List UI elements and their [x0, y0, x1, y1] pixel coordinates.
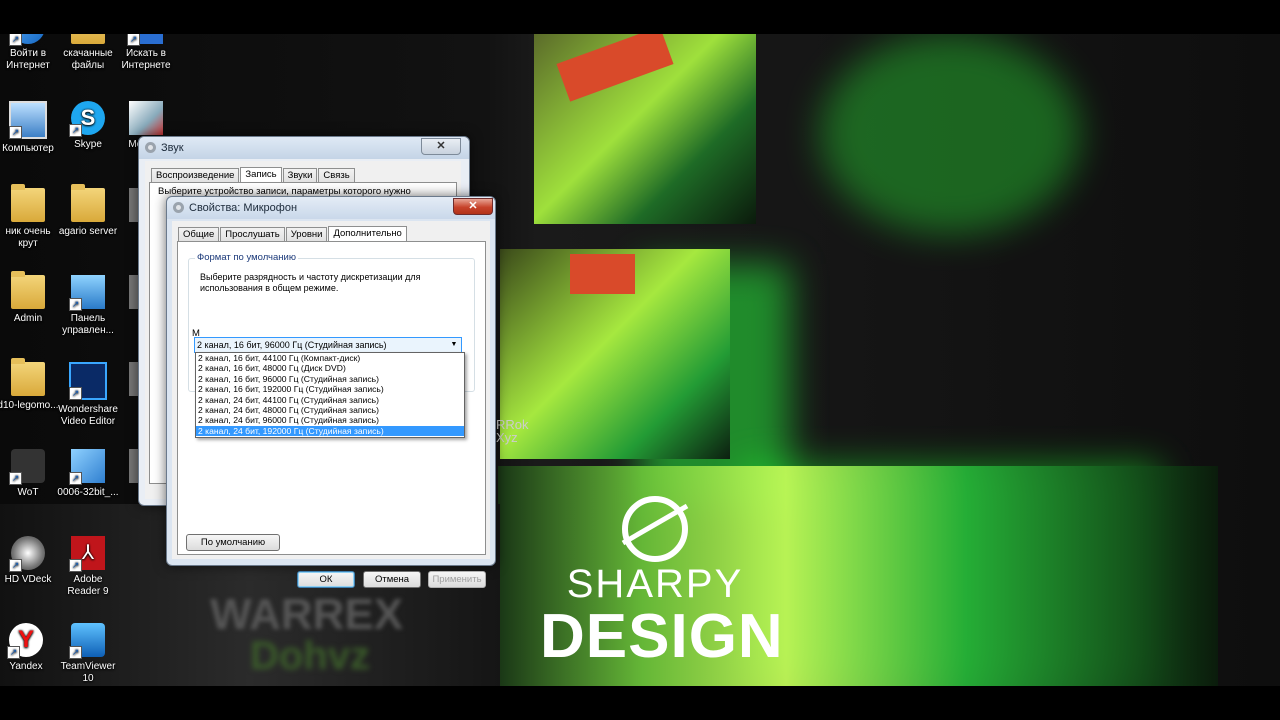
format-option[interactable]: 2 канал, 16 бит, 192000 Гц (Студийная за…	[196, 384, 464, 394]
format-option[interactable]: 2 канал, 24 бит, 192000 Гц (Студийная за…	[196, 425, 464, 437]
mic-tabs: Общие Прослушать Уровни Дополнительно	[178, 224, 408, 243]
desktop: SHARPY DESIGN WARREX Dohvz RRok Xyz ↗ Вой…	[0, 34, 1280, 686]
shortcut-arrow-icon: ↗	[69, 387, 82, 400]
ok-button[interactable]: ОК	[297, 571, 355, 588]
cancel-button[interactable]: Отмена	[363, 571, 421, 588]
admin-icon	[11, 271, 45, 309]
wallpaper-text-design: DESIGN	[540, 602, 784, 671]
desktop-icon-adobe[interactable]: ⅄ ↗ Adobe Reader 9	[48, 536, 128, 598]
mic-tab-1[interactable]: Прослушать	[220, 227, 285, 242]
format-option[interactable]: 2 канал, 24 бит, 44100 Гц (Студийная зап…	[196, 395, 464, 405]
skype-icon: S ↗	[69, 101, 105, 137]
shortcut-arrow-icon: ↗	[69, 559, 82, 572]
mic-properties-dialog[interactable]: Свойства: Микрофон ✕ Общие Прослушать Уров…	[166, 196, 496, 588]
sound-title: Звук	[161, 142, 184, 154]
search-icon: ↗	[127, 34, 163, 46]
adobe-icon: ⅄ ↗	[69, 536, 105, 572]
wondershare-icon: ↗	[69, 362, 107, 400]
format-option[interactable]: 2 канал, 16 бит, 44100 Гц (Компакт-диск)	[196, 353, 464, 363]
shortcut-arrow-icon: ↗	[9, 34, 22, 46]
mic-body: Общие Прослушать Уровни Дополнительно Форма…	[172, 221, 490, 559]
teamviewer-icon: ↗	[69, 623, 105, 659]
apply-button[interactable]: Применить	[428, 571, 486, 588]
format-description: Выберите разрядность и частоту дискретиз…	[200, 272, 421, 293]
restore-defaults-button[interactable]: По умолчанию	[186, 534, 280, 551]
hdvdeck-icon: ↗	[9, 536, 45, 572]
format-group-title: Формат по умолчанию	[195, 252, 298, 263]
sound-tab-0[interactable]: Воспроизведение	[151, 168, 240, 183]
wallpaper-logo: SHARPY DESIGN	[540, 496, 784, 671]
sound-tab-3[interactable]: Связь	[318, 168, 355, 183]
chevron-down-icon[interactable]: ▼	[447, 338, 461, 352]
mic-tab-2[interactable]: Уровни	[285, 227, 328, 242]
downloads-icon	[71, 34, 105, 44]
control-icon: ↗	[69, 275, 105, 311]
format-option[interactable]: 2 канал, 24 бит, 96000 Гц (Студийная зап…	[196, 415, 464, 425]
mctitan-icon	[129, 101, 163, 135]
wallpaper-text-mid: RRok Xyz	[496, 417, 529, 445]
format-dropdown-list[interactable]: 2 канал, 16 бит, 44100 Гц (Компакт-диск)…	[195, 352, 465, 438]
desktop-icon-label: Adobe Reader 9	[67, 574, 109, 597]
format-option[interactable]: 2 канал, 16 бит, 96000 Гц (Студийная зап…	[196, 374, 464, 384]
format-option[interactable]: 2 канал, 16 бит, 48000 Гц (Диск DVD)	[196, 363, 464, 373]
format-select[interactable]: 2 канал, 16 бит, 96000 Гц (Студийная зап…	[194, 337, 462, 353]
shortcut-arrow-icon: ↗	[127, 34, 140, 46]
file0006-icon: ↗	[69, 449, 105, 485]
desktop-icon-label: TeamViewer 10	[60, 661, 116, 684]
sound-titlebar[interactable]: Звук ✕	[139, 137, 469, 159]
speaker-icon	[173, 202, 184, 213]
wot-icon: ↗	[9, 449, 45, 485]
sound-tab-2[interactable]: Звуки	[282, 168, 318, 183]
desktop-icon-teamviewer[interactable]: ↗ TeamViewer 10	[48, 623, 128, 685]
letterbox-bottom	[0, 686, 1280, 720]
desktop-icon-label: Искать в Интернете	[121, 48, 171, 71]
shortcut-arrow-icon: ↗	[9, 472, 22, 485]
yandex-icon: Y ↗	[7, 623, 43, 659]
wallpaper-text-sharpy: SHARPY	[566, 562, 744, 606]
mic-close-button[interactable]: ✕	[453, 198, 493, 215]
shortcut-arrow-icon: ↗	[69, 298, 82, 311]
shortcut-arrow-icon: ↗	[69, 472, 82, 485]
desktop-icon-search[interactable]: ↗ Искать в Интернете	[116, 34, 176, 72]
sound-tabs: Воспроизведение Запись Звуки Связь	[151, 165, 356, 184]
mic-tab-panel: Формат по умолчанию Выберите разрядность…	[177, 241, 486, 555]
agario-icon	[71, 184, 105, 222]
computer-icon: ↗	[9, 101, 47, 139]
wallpaper-text-warrex: WARREX	[210, 590, 404, 639]
nick-icon	[11, 184, 45, 222]
legomo-icon	[11, 358, 45, 396]
internet-icon: ↗	[9, 34, 45, 46]
letterbox-top	[0, 0, 1280, 34]
format-option[interactable]: 2 канал, 24 бит, 48000 Гц (Студийная зап…	[196, 405, 464, 415]
shortcut-arrow-icon: ↗	[9, 126, 22, 139]
shortcut-arrow-icon: ↗	[69, 124, 82, 137]
shortcut-arrow-icon: ↗	[7, 646, 20, 659]
wallpaper-text-dohvz: Dohvz	[250, 634, 370, 678]
sound-close-button[interactable]: ✕	[421, 138, 461, 155]
shortcut-arrow-icon: ↗	[9, 559, 22, 572]
shortcut-arrow-icon: ↗	[69, 646, 82, 659]
mic-titlebar[interactable]: Свойства: Микрофон ✕	[167, 197, 495, 219]
mic-title: Свойства: Микрофон	[189, 202, 298, 214]
mic-tab-0[interactable]: Общие	[178, 227, 220, 242]
speaker-icon	[145, 142, 156, 153]
format-select-value: 2 канал, 16 бит, 96000 Гц (Студийная зап…	[197, 340, 387, 350]
